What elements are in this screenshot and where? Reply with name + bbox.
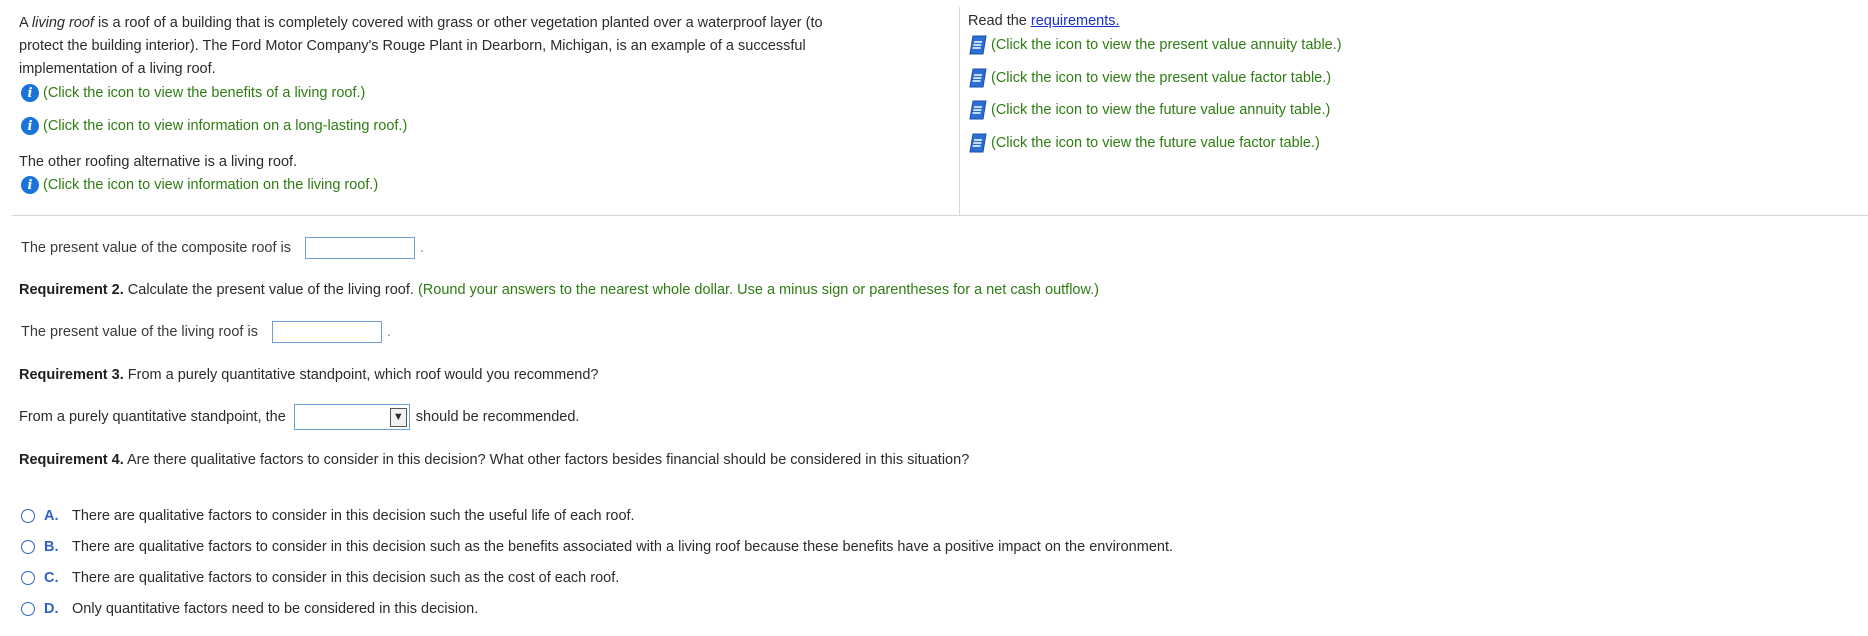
composite-roof-pv-row: The present value of the composite roof …: [21, 237, 424, 259]
option-text[interactable]: There are qualitative factors to conside…: [72, 570, 619, 586]
intro-line3: implementation of a living roof.: [19, 61, 216, 77]
option-letter: A.: [44, 507, 59, 524]
dropdown-arrow-icon[interactable]: ▼: [389, 407, 407, 427]
living-roof-pv-input[interactable]: [271, 321, 382, 343]
requirement-3-label: Requirement 3.: [19, 367, 124, 383]
problem-header: A living roof is a roof of a building th…: [0, 0, 1868, 216]
book-icon[interactable]: [968, 132, 988, 154]
option-d[interactable]: D. Only quantitative factors need to be …: [21, 593, 1173, 624]
requirement-2: Requirement 2. Calculate the present val…: [19, 282, 1099, 298]
requirement-3: Requirement 3. From a purely quantitativ…: [19, 367, 598, 383]
recommendation-prefix: From a purely quantitative standpoint, t…: [19, 409, 286, 425]
intro-line1: is a roof of a building that is complete…: [93, 15, 823, 31]
benefits-info-text[interactable]: (Click the icon to view the benefits of …: [43, 82, 365, 105]
fv-factor-table-text[interactable]: (Click the icon to view the future value…: [991, 135, 1320, 151]
requirement-2-label: Requirement 2.: [19, 282, 124, 298]
read-requirements: Read the requirements.: [968, 12, 1848, 34]
reference-panel: Read the requirements. (Click the icon t…: [968, 12, 1848, 164]
intro-line2: protect the building interior). The Ford…: [19, 38, 806, 54]
requirement-4: Requirement 4. Are there qualitative fac…: [19, 452, 969, 468]
fv-annuity-table-link[interactable]: (Click the icon to view the future value…: [968, 99, 1848, 121]
benefits-info-link[interactable]: i (Click the icon to view the benefits o…: [19, 82, 944, 104]
living-roof-pv-row: The present value of the living roof is …: [21, 321, 391, 343]
period: .: [386, 324, 391, 340]
recommendation-suffix: should be recommended.: [415, 409, 580, 425]
living-roof-info-text[interactable]: (Click the icon to view information on t…: [43, 174, 378, 197]
pv-annuity-table-link[interactable]: (Click the icon to view the present valu…: [968, 34, 1848, 56]
composite-roof-pv-input[interactable]: [305, 237, 416, 259]
fv-factor-table-link[interactable]: (Click the icon to view the future value…: [968, 132, 1848, 154]
radio-button[interactable]: [21, 539, 35, 554]
vertical-divider: [959, 7, 960, 215]
roof-select[interactable]: ▼: [293, 404, 410, 430]
requirement-2-hint: (Round your answers to the nearest whole…: [417, 282, 1100, 298]
info-icon[interactable]: i: [21, 117, 39, 135]
option-text[interactable]: Only quantitative factors need to be con…: [72, 601, 478, 617]
recommendation-row: From a purely quantitative standpoint, t…: [19, 404, 579, 430]
radio-button[interactable]: [21, 508, 35, 523]
long-lasting-roof-info-link[interactable]: i (Click the icon to view information on…: [19, 115, 944, 137]
requirement-3-text: From a purely quantitative standpoint, w…: [123, 367, 599, 383]
pv-factor-table-link[interactable]: (Click the icon to view the present valu…: [968, 67, 1848, 89]
requirements-link[interactable]: requirements.: [1031, 13, 1120, 29]
requirement-4-label: Requirement 4.: [19, 452, 124, 468]
option-b[interactable]: B. There are qualitative factors to cons…: [21, 531, 1173, 562]
radio-button[interactable]: [21, 570, 35, 585]
pv-annuity-table-text[interactable]: (Click the icon to view the present valu…: [991, 37, 1342, 53]
requirement-2-text: Calculate the present value of the livin…: [123, 282, 418, 298]
alternative-text: The other roofing alternative is a livin…: [19, 154, 298, 170]
option-text[interactable]: There are qualitative factors to conside…: [72, 508, 635, 524]
option-letter: D.: [44, 600, 59, 617]
option-letter: B.: [44, 538, 59, 555]
book-icon[interactable]: [968, 99, 988, 121]
option-c[interactable]: C. There are qualitative factors to cons…: [21, 562, 1173, 593]
living-roof-info-link[interactable]: i (Click the icon to view information on…: [19, 174, 944, 196]
intro-term: living roof: [31, 15, 94, 31]
option-a[interactable]: A. There are qualitative factors to cons…: [21, 500, 1173, 531]
option-text[interactable]: There are qualitative factors to conside…: [72, 539, 1173, 555]
read-prefix: Read the: [968, 13, 1031, 29]
answer-options: A. There are qualitative factors to cons…: [21, 500, 1173, 624]
pv-factor-table-text[interactable]: (Click the icon to view the present valu…: [991, 70, 1331, 86]
book-icon[interactable]: [968, 34, 988, 56]
long-lasting-roof-info-text[interactable]: (Click the icon to view information on a…: [43, 115, 407, 138]
horizontal-divider: [12, 215, 1868, 216]
radio-button[interactable]: [21, 601, 35, 616]
info-icon[interactable]: i: [21, 176, 39, 194]
fv-annuity-table-text[interactable]: (Click the icon to view the future value…: [991, 102, 1330, 118]
living-roof-pv-label: The present value of the living roof is: [21, 324, 258, 340]
book-icon[interactable]: [968, 67, 988, 89]
intro-prefix: A: [19, 15, 32, 31]
option-letter: C.: [44, 569, 59, 586]
composite-roof-pv-label: The present value of the composite roof …: [21, 240, 292, 256]
period: .: [420, 240, 425, 256]
requirement-4-text: Are there qualitative factors to conside…: [123, 452, 970, 468]
info-icon[interactable]: i: [21, 84, 39, 102]
problem-description: A living roof is a roof of a building th…: [19, 12, 944, 196]
intro-paragraph: A living roof is a roof of a building th…: [19, 12, 944, 81]
